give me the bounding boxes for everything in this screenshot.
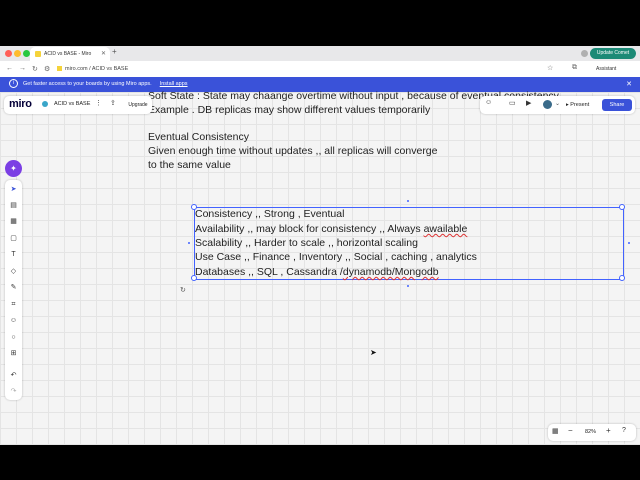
- zoom-in-icon[interactable]: +: [606, 426, 611, 435]
- chevron-down-icon[interactable]: ⌄: [555, 100, 560, 107]
- add-tool-icon[interactable]: ⊞: [8, 348, 19, 359]
- comparison-line-availability[interactable]: Availability ,, may block for consistenc…: [195, 222, 467, 237]
- rotate-icon[interactable]: ↻: [180, 286, 186, 294]
- export-icon[interactable]: ⇪: [110, 99, 116, 107]
- eventual-consistency-line-1[interactable]: Given enough time without updates ,, all…: [148, 144, 438, 159]
- board-icon: [42, 101, 48, 107]
- sticky-note-tool-icon[interactable]: ▢: [8, 233, 19, 244]
- maximize-window-icon[interactable]: [23, 50, 30, 57]
- more-options-icon[interactable]: ⋮: [95, 99, 102, 107]
- soft-state-line-2[interactable]: Example . DB replicas may show different…: [148, 103, 430, 118]
- eventual-consistency-title[interactable]: Eventual Consistency: [148, 130, 249, 145]
- reactions-icon[interactable]: ☺: [485, 99, 492, 106]
- share-button[interactable]: Share: [602, 99, 632, 111]
- templates-tool-icon[interactable]: ▤: [8, 200, 19, 211]
- mouse-cursor-icon: ➤: [370, 348, 377, 357]
- new-tab-button[interactable]: +: [112, 47, 117, 56]
- emoji-tool-icon[interactable]: ☺: [8, 315, 19, 326]
- reload-icon[interactable]: ↻: [32, 65, 38, 73]
- banner-message: Get faster access to your boards by usin…: [23, 81, 152, 87]
- connector-point-top[interactable]: [407, 200, 409, 202]
- resize-handle-bottom-right[interactable]: [619, 275, 625, 281]
- close-window-icon[interactable]: [5, 50, 12, 57]
- comment-tool-icon[interactable]: ○: [8, 332, 19, 343]
- undo-icon[interactable]: ↶: [8, 370, 19, 381]
- eventual-consistency-line-2[interactable]: to the same value: [148, 158, 231, 173]
- connector-point-left[interactable]: [188, 242, 190, 244]
- present-button[interactable]: ▸ Present: [566, 99, 589, 111]
- url-text: miro.com / ACID vs BASE: [65, 66, 129, 72]
- extensions-icon[interactable]: ⧉: [572, 64, 577, 72]
- close-banner-icon[interactable]: ✕: [626, 77, 632, 92]
- profile-icon[interactable]: [581, 50, 588, 57]
- frame-tool-icon[interactable]: ▦: [8, 216, 19, 227]
- select-tool-icon[interactable]: ➤: [8, 184, 19, 195]
- upgrade-button[interactable]: Upgrade: [126, 100, 150, 110]
- pen-tool-icon[interactable]: ✎: [8, 282, 19, 293]
- video-call-icon[interactable]: ▶: [526, 99, 531, 107]
- shapes-tool-icon[interactable]: ◇: [8, 266, 19, 277]
- ai-assistant-icon[interactable]: ✦: [5, 160, 22, 177]
- close-tab-icon[interactable]: ✕: [101, 47, 106, 61]
- site-favicon-icon: [57, 66, 62, 72]
- comments-icon[interactable]: ▭: [509, 99, 516, 107]
- text-tool-icon[interactable]: T: [8, 249, 19, 260]
- update-browser-button[interactable]: Update Comet: [590, 48, 636, 59]
- help-icon[interactable]: ?: [622, 427, 626, 434]
- resize-handle-top-left[interactable]: [191, 204, 197, 210]
- assistant-button[interactable]: Assistant: [596, 63, 616, 75]
- back-icon[interactable]: ←: [6, 65, 13, 72]
- redo-icon[interactable]: ↷: [8, 386, 19, 397]
- tab-title: ACID vs BASE - Miro: [44, 51, 92, 57]
- comparison-line-consistency[interactable]: Consistency ,, Strong , Eventual: [195, 207, 344, 222]
- resize-handle-top-right[interactable]: [619, 204, 625, 210]
- site-info-icon[interactable]: ⚙: [44, 65, 50, 73]
- crop-tool-icon[interactable]: ⌗: [8, 299, 19, 310]
- info-icon: i: [9, 79, 18, 89]
- map-icon[interactable]: ▦: [552, 427, 559, 435]
- miro-favicon-icon: [35, 50, 41, 57]
- minimize-window-icon[interactable]: [14, 50, 21, 57]
- forward-icon[interactable]: →: [19, 65, 26, 72]
- url-field[interactable]: miro.com / ACID vs BASE: [53, 63, 573, 75]
- connector-point-bottom[interactable]: [407, 285, 409, 287]
- resize-handle-bottom-left[interactable]: [191, 275, 197, 281]
- user-avatar[interactable]: [543, 100, 552, 109]
- connector-point-right[interactable]: [628, 242, 630, 244]
- board-name[interactable]: ACID vs BASE: [54, 101, 90, 107]
- bookmark-star-icon[interactable]: ☆: [547, 64, 553, 72]
- miro-logo[interactable]: miro: [9, 98, 32, 110]
- zoom-out-icon[interactable]: −: [568, 426, 573, 435]
- zoom-level[interactable]: 82%: [585, 429, 596, 435]
- browser-tab[interactable]: ACID vs BASE - Miro ✕: [30, 47, 110, 61]
- comparison-line-use-case[interactable]: Use Case ,, Finance , Inventory ,, Socia…: [195, 250, 477, 265]
- install-apps-link[interactable]: Install apps: [160, 81, 188, 87]
- comparison-line-databases[interactable]: Databases ,, SQL , Cassandra /dynamodb/M…: [195, 265, 439, 280]
- comparison-line-scalability[interactable]: Scalability ,, Harder to scale ,, horizo…: [195, 236, 418, 251]
